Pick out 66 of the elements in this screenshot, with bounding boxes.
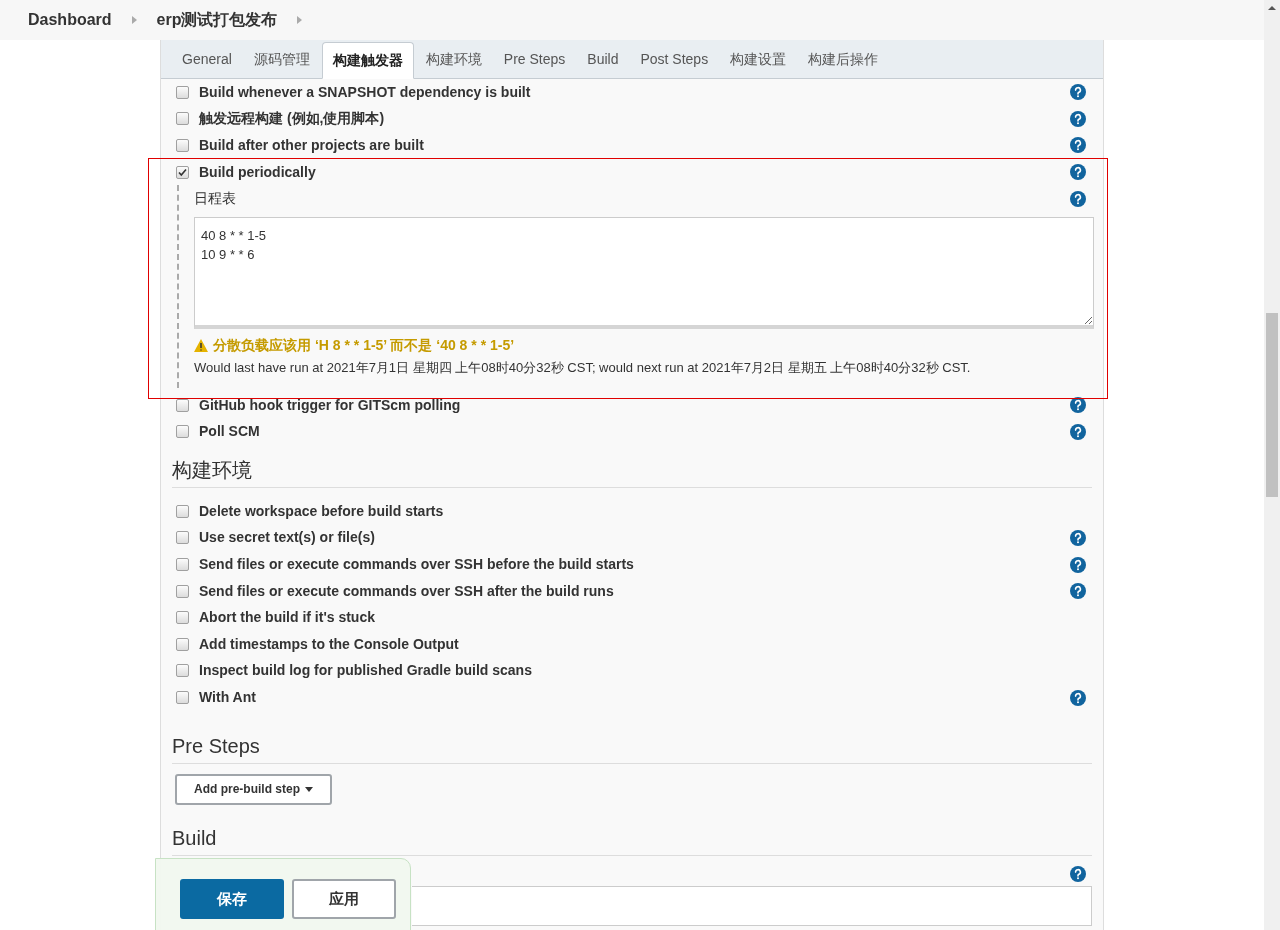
tab[interactable]: Build — [577, 41, 629, 78]
checkbox[interactable] — [176, 112, 189, 126]
option-label: Poll SCM — [199, 422, 260, 442]
option-label: Inspect build log for published Gradle build scans — [199, 661, 532, 681]
option-label: Add timestamps to the Console Output — [199, 634, 459, 654]
caret-icon — [305, 786, 313, 792]
warning-icon — [194, 339, 208, 353]
help-icon[interactable] — [1070, 164, 1086, 181]
tab[interactable]: Pre Steps — [493, 41, 576, 78]
help-icon[interactable] — [1070, 556, 1086, 573]
help-icon[interactable] — [1070, 529, 1086, 546]
checkbox[interactable] — [176, 691, 189, 704]
checkbox[interactable] — [176, 139, 189, 152]
option-label: Abort the build if it's stuck — [199, 608, 375, 628]
option-label: With Ant — [199, 688, 256, 707]
chevron-icon[interactable] — [131, 16, 137, 24]
option-label: Use secret text(s) or file(s) — [199, 528, 375, 548]
tab[interactable]: 构建触发器 — [321, 42, 414, 79]
checkbox[interactable] — [176, 584, 189, 598]
option-label: 触发远程构建 (例如,使用脚本) — [199, 109, 385, 129]
tab[interactable]: Post Steps — [630, 41, 719, 78]
checkbox[interactable] — [176, 504, 189, 518]
scrollbar-thumb[interactable] — [1266, 313, 1278, 497]
tab[interactable]: 构建设置 — [720, 41, 797, 78]
help-icon[interactable] — [1070, 110, 1086, 127]
checkbox[interactable] — [176, 611, 189, 625]
help-icon[interactable] — [1070, 84, 1086, 101]
breadcrumb-link[interactable]: Dashboard — [28, 8, 112, 32]
help-icon[interactable] — [1070, 137, 1086, 154]
option-label: Build periodically — [199, 162, 316, 182]
apply-button[interactable]: 应用 — [292, 879, 396, 919]
add-pre-build-step-button[interactable]: Add pre-build step — [175, 773, 332, 805]
tab[interactable]: 构建环境 — [415, 41, 492, 78]
help-icon[interactable] — [1070, 689, 1086, 706]
tab[interactable]: General — [172, 41, 242, 78]
checkbox[interactable] — [176, 425, 189, 439]
help-icon[interactable] — [1070, 583, 1086, 600]
chevron-icon[interactable] — [297, 16, 303, 24]
checkbox[interactable] — [176, 558, 189, 572]
option-label: Delete workspace before build starts — [199, 501, 444, 521]
tab[interactable]: 构建后操作 — [798, 41, 889, 78]
schedule-info: Would last have run at 2021年7月1日 星期四 上午08时40分32秒 CST; would next run at 2021年7月2日 星期五 上午08时40分32秒 CST. — [194, 359, 972, 378]
option-label: GitHub hook trigger for GITScm polling — [199, 395, 461, 415]
section-heading: Build — [172, 826, 217, 849]
option-label: Build whenever a SNAPSHOT dependency is built — [199, 82, 531, 102]
option-label: Send files or execute commands over SSH before the build starts — [199, 555, 634, 575]
help-icon[interactable] — [1070, 190, 1086, 207]
save-button[interactable]: 保存 — [180, 879, 284, 919]
checkbox[interactable] — [176, 637, 189, 651]
option-label: Send files or execute commands over SSH after the build runs — [199, 581, 614, 601]
option-label: Build after other projects are built — [199, 136, 424, 155]
warning-message: 分散负载应该用 ‘H 8 * * 1-5’ 而不是 ‘40 8 * * 1-5’ — [213, 336, 515, 356]
field-label: 日程表 — [194, 189, 236, 209]
section-heading: 构建环境 — [172, 459, 252, 482]
breadcrumb-link[interactable]: erp测试打包发布 — [156, 8, 278, 32]
checkbox[interactable] — [176, 165, 189, 179]
section-heading: Pre Steps — [172, 734, 260, 757]
help-icon[interactable] — [1070, 865, 1086, 882]
input-field[interactable] — [412, 885, 1092, 926]
help-icon[interactable] — [1070, 423, 1086, 440]
checkbox[interactable] — [176, 531, 189, 545]
tab[interactable]: 源码管理 — [243, 41, 320, 78]
checkbox[interactable] — [176, 664, 189, 678]
help-icon[interactable] — [1070, 397, 1086, 414]
checkbox[interactable] — [176, 85, 189, 99]
schedule-textarea[interactable]: 40 8 * * 1-5 10 9 * * 6 — [194, 217, 1094, 330]
